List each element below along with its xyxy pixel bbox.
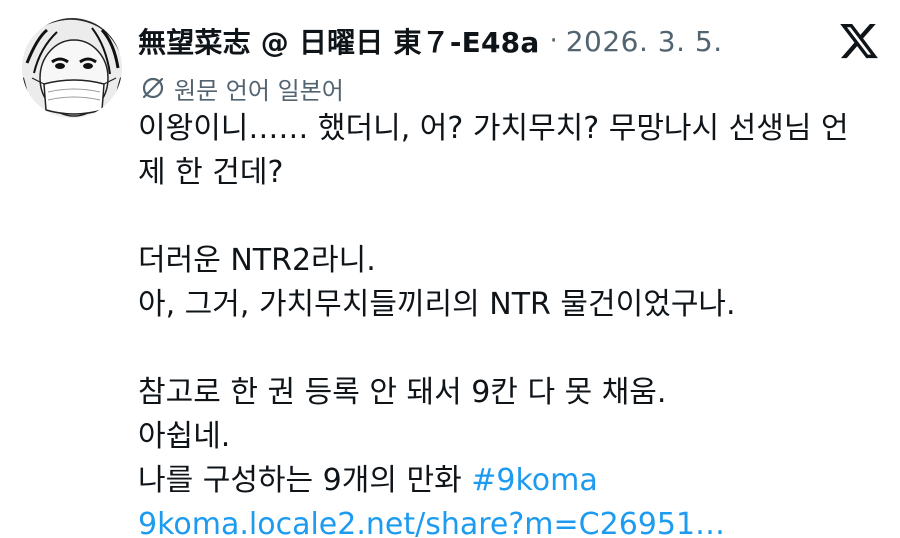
body-line: 더러운 NTR2라니.: [138, 243, 376, 278]
hashtag-link[interactable]: #9koma: [471, 463, 598, 498]
display-name[interactable]: 無望菜志 @ 日曜日 東７-E48a: [138, 21, 539, 61]
body-line: 이왕이니…… 했더니, 어? 가치무치? 무망나시 선생님 언: [138, 111, 849, 146]
body-line: 아, 그거, 가치무치들끼리의 NTR 물건이었구나.: [138, 287, 736, 322]
body-line: 아쉽네.: [138, 419, 231, 454]
tweet-header: 無望菜志 @ 日曜日 東７-E48a · 2026. 3. 5.: [138, 18, 723, 64]
body-line: 참고로 한 권 등록 안 돼서 9칸 다 못 채움.: [138, 375, 667, 410]
manga-character-avatar-icon: [22, 18, 122, 118]
body-line-with-hashtag: 나를 구성하는 9개의 만화 #9koma: [138, 459, 878, 503]
x-logo-icon[interactable]: [838, 20, 880, 62]
separator-dot: ·: [549, 26, 558, 56]
body-line: 제 한 건데?: [138, 155, 284, 190]
share-url-link[interactable]: 9koma.locale2.net/share?m=C26951…: [138, 507, 725, 538]
translation-label: 원문 언어 일본어: [174, 76, 344, 105]
tweet-card: 無望菜志 @ 日曜日 東７-E48a · 2026. 3. 5. 원문 언어 일…: [0, 0, 900, 538]
avatar[interactable]: [22, 18, 122, 118]
translation-info[interactable]: 원문 언어 일본어: [140, 70, 344, 106]
tweet-body: 이왕이니…… 했더니, 어? 가치무치? 무망나시 선생님 언 제 한 건데? …: [138, 107, 878, 538]
translate-icon: [142, 77, 164, 99]
body-text: 나를 구성하는 9개의 만화: [138, 463, 472, 498]
timestamp[interactable]: 2026. 3. 5.: [566, 25, 723, 58]
url-line: 9koma.locale2.net/share?m=C26951…: [138, 503, 878, 538]
